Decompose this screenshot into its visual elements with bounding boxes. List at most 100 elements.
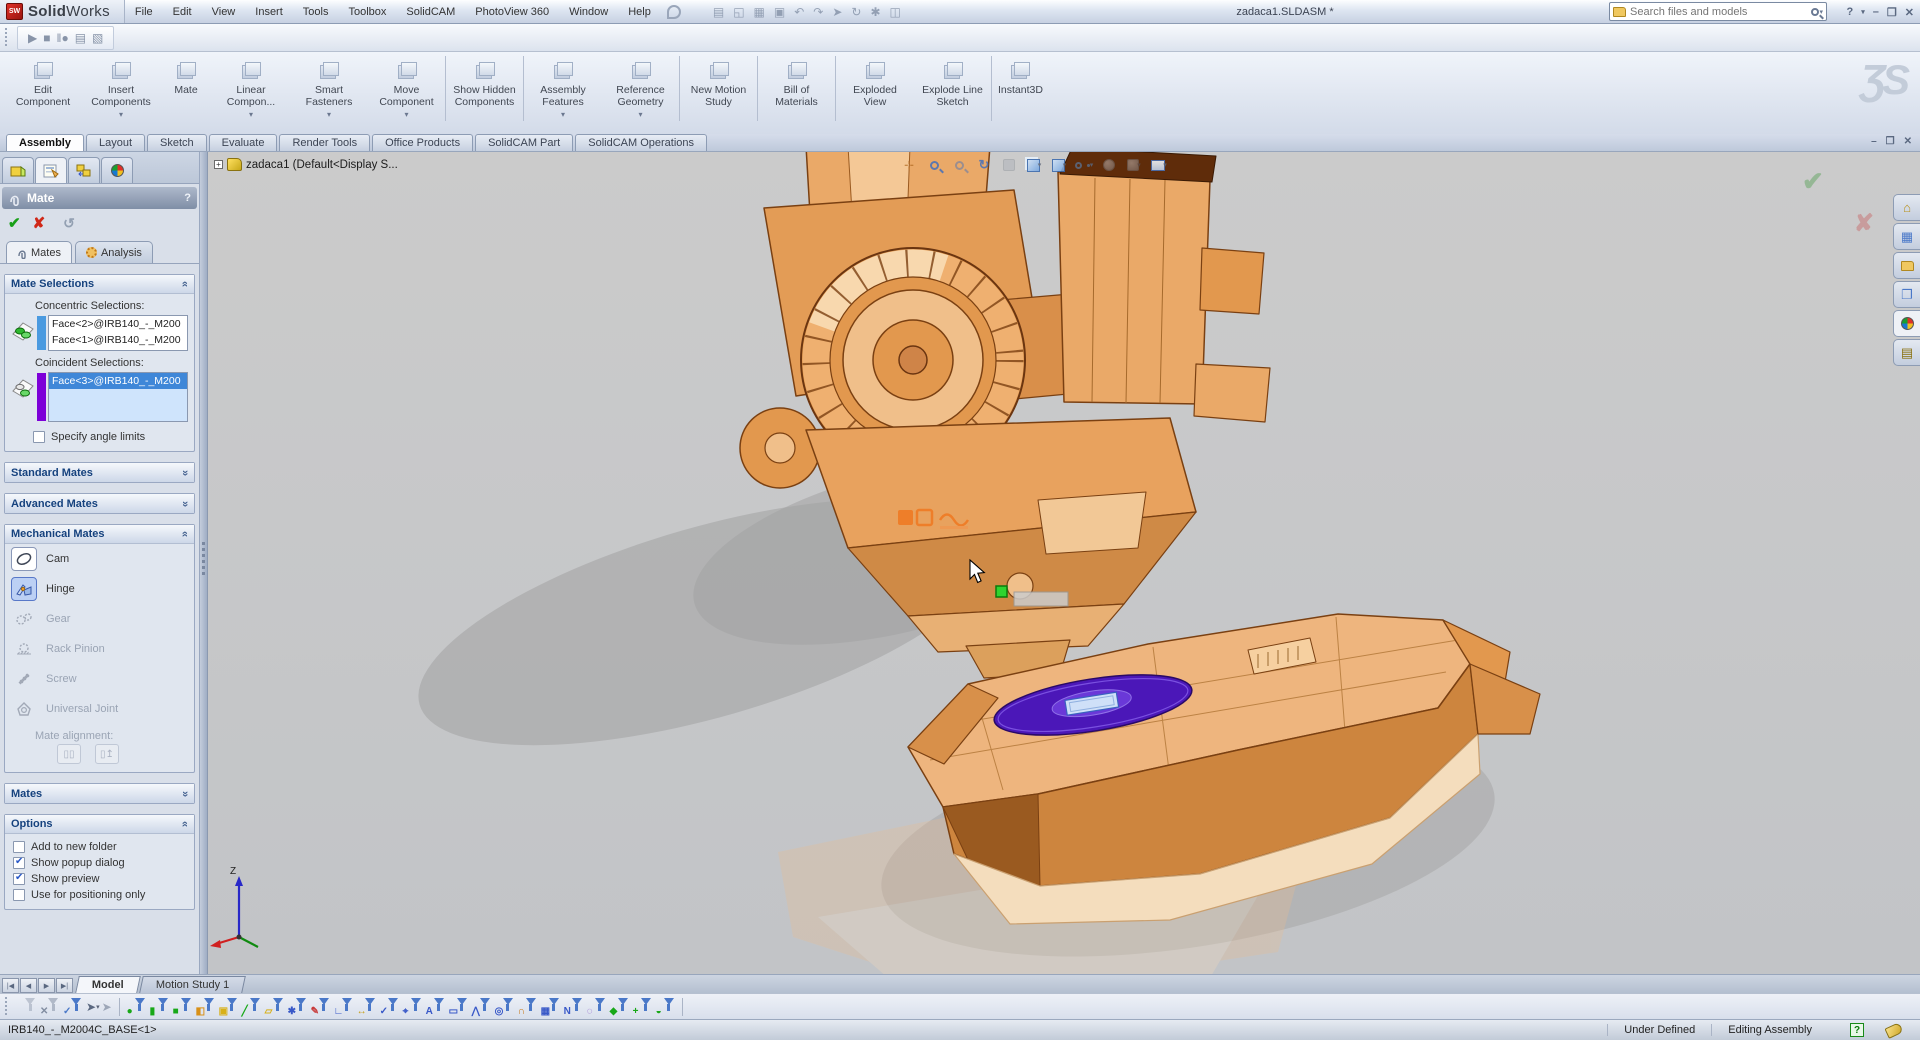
rebuild-icon[interactable]: ↻ xyxy=(851,5,861,19)
play-icon[interactable]: ▶ xyxy=(28,31,37,45)
panel-splitter[interactable] xyxy=(200,152,208,974)
tab-motion-study-1[interactable]: Motion Study 1 xyxy=(139,976,246,993)
filter-annotations-icon[interactable]: N xyxy=(564,997,583,1016)
view-settings-icon[interactable]: ▾ xyxy=(1148,155,1170,175)
select-icon[interactable]: ➤ xyxy=(832,5,842,19)
feature-manager-tab[interactable] xyxy=(2,157,34,183)
design-library-tab[interactable]: ▦ xyxy=(1893,223,1920,250)
rotate-view-icon[interactable]: ↻ xyxy=(973,155,995,175)
ok-button[interactable]: ✔ xyxy=(8,214,21,232)
command-dropdown-icon[interactable]: ▾ xyxy=(638,110,642,119)
feature-tree-root[interactable]: + zadaca1 (Default<Display S... xyxy=(214,158,398,171)
clear-all-filters-icon[interactable]: ✕ xyxy=(40,997,59,1016)
search-box[interactable]: ▾ xyxy=(1609,2,1827,21)
edit-component-button[interactable]: Edit Component xyxy=(4,56,82,121)
panel-help-icon[interactable]: ? xyxy=(184,192,191,204)
help-button[interactable]: ? xyxy=(1847,6,1854,18)
selection-item[interactable]: Face<1>@IRB140_-_M200 xyxy=(49,332,187,348)
toolbar-grip[interactable] xyxy=(5,997,10,1017)
command-dropdown-icon[interactable]: ▾ xyxy=(327,110,331,119)
linear-component-pattern-button[interactable]: Linear Compon... ▾ xyxy=(212,56,290,121)
configuration-manager-tab[interactable] xyxy=(68,157,100,183)
filter-axes-icon[interactable]: ╱ xyxy=(242,997,261,1016)
display-manager-tab[interactable] xyxy=(101,157,133,183)
search-input[interactable] xyxy=(1630,6,1811,18)
close-button[interactable]: ✕ xyxy=(1905,6,1914,19)
new-motion-study-button[interactable]: New Motion Study xyxy=(680,56,758,121)
show-popup-dialog-checkbox[interactable] xyxy=(13,857,25,869)
last-tab-button[interactable]: ▶| xyxy=(56,978,73,993)
graphics-viewport[interactable]: Z + zadaca1 (Default<Display S... ⊹ xyxy=(208,152,1920,974)
zoom-in-out-icon[interactable] xyxy=(948,155,970,175)
filter-planes-icon[interactable]: ▱ xyxy=(265,997,284,1016)
filter-datum-targets-icon[interactable]: ◎ xyxy=(495,997,514,1016)
tree-expand-icon[interactable]: + xyxy=(214,160,223,169)
coincident-selection-list[interactable]: Face<3>@IRB140_-_M200 xyxy=(48,372,188,422)
doc-minimize-button[interactable]: – xyxy=(1871,136,1877,147)
menu-item[interactable]: Edit xyxy=(163,2,202,22)
cancel-button[interactable]: ✘ xyxy=(33,214,46,232)
edit-appearance-icon[interactable] xyxy=(1098,155,1120,175)
redo-icon[interactable]: ↷ xyxy=(813,5,823,19)
mate-selections-header[interactable]: Mate Selections » xyxy=(5,275,194,294)
view-palette-tab[interactable]: ❐ xyxy=(1893,281,1920,308)
stop-icon[interactable]: ■ xyxy=(43,31,50,45)
tab-solidcam-operations[interactable]: SolidCAM Operations xyxy=(575,134,707,151)
insert-components-button[interactable]: Insert Components ▾ xyxy=(82,56,160,121)
filter-sketch-segments-icon[interactable]: ✎ xyxy=(311,997,330,1016)
hide-show-items-icon[interactable]: ▾ xyxy=(1073,155,1095,175)
advanced-mates-header[interactable]: Advanced Mates » xyxy=(5,494,194,513)
help-dropdown-icon[interactable]: ▾ xyxy=(1861,8,1865,16)
menu-item[interactable]: Tools xyxy=(293,2,339,22)
mate-type-hinge[interactable]: Hinge xyxy=(5,574,194,604)
zoom-to-area-icon[interactable] xyxy=(923,155,945,175)
filter-faces-icon[interactable]: ■ xyxy=(173,997,192,1016)
menu-item[interactable]: PhotoView 360 xyxy=(465,2,559,22)
reference-geometry-button[interactable]: Reference Geometry ▾ xyxy=(602,56,680,121)
filter-cosmetic-threads-icon[interactable]: ∩ xyxy=(518,997,537,1016)
tab-evaluate[interactable]: Evaluate xyxy=(209,134,278,151)
new-file-icon[interactable]: ▤ xyxy=(713,5,724,19)
filter-routing-points-icon[interactable]: ◒ xyxy=(656,997,675,1016)
filter-balloons-icon[interactable]: ◌ xyxy=(587,997,606,1016)
move-component-button[interactable]: Move Component ▾ xyxy=(368,56,446,121)
filter-connection-points-icon[interactable]: + xyxy=(633,997,652,1016)
appearances-tab[interactable] xyxy=(1893,310,1920,337)
command-dropdown-icon[interactable]: ▾ xyxy=(404,110,408,119)
mechanical-mates-header[interactable]: Mechanical Mates » xyxy=(5,525,194,544)
aligned-button[interactable]: ▯▯ xyxy=(57,744,81,764)
pause-icon[interactable]: ‖● xyxy=(56,31,68,45)
expand-chevron-icon[interactable]: » xyxy=(179,500,191,506)
toolbar-grip[interactable] xyxy=(5,28,10,48)
search-scope-icon[interactable] xyxy=(1613,7,1626,17)
filter-surface-bodies-icon[interactable]: ◧ xyxy=(196,997,215,1016)
selection-item[interactable]: Face<2>@IRB140_-_M200 xyxy=(49,316,187,332)
expand-chevron-icon[interactable]: » xyxy=(179,790,191,796)
tab-sketch[interactable]: Sketch xyxy=(147,134,207,151)
select-arrow-icon[interactable]: ➤ xyxy=(86,1000,96,1014)
angle-limits-checkbox[interactable] xyxy=(33,431,45,443)
collapse-chevron-icon[interactable]: » xyxy=(179,281,191,287)
search-swirl-icon[interactable] xyxy=(667,5,681,19)
open-file-icon[interactable]: ◱ xyxy=(733,5,744,19)
filter-solid-bodies-icon[interactable]: ▣ xyxy=(219,997,238,1016)
smart-fasteners-button[interactable]: Smart Fasteners ▾ xyxy=(290,56,368,121)
collapse-chevron-icon[interactable]: » xyxy=(179,821,191,827)
tab-office-products[interactable]: Office Products xyxy=(372,134,473,151)
animation-wizard-icon[interactable]: ▧ xyxy=(92,31,103,45)
command-dropdown-icon[interactable]: ▾ xyxy=(561,110,565,119)
next-tab-button[interactable]: ▶ xyxy=(38,978,55,993)
doc-restore-button[interactable]: ❐ xyxy=(1886,136,1895,147)
menu-item[interactable]: Insert xyxy=(245,2,293,22)
model-canvas[interactable]: Z xyxy=(208,152,1920,974)
filter-datums-icon[interactable]: ▭ xyxy=(449,997,468,1016)
mate-button[interactable]: Mate xyxy=(160,56,212,108)
tab-render-tools[interactable]: Render Tools xyxy=(279,134,370,151)
save-icon[interactable]: ▦ xyxy=(754,5,765,19)
property-manager-tab[interactable] xyxy=(35,157,67,183)
print-icon[interactable]: ▣ xyxy=(774,5,785,19)
filter-weld-symbols-icon[interactable]: ⋀ xyxy=(472,997,491,1016)
anti-aligned-button[interactable]: ▯↥ xyxy=(95,744,119,764)
toggle-selection-filters-icon[interactable] xyxy=(17,997,36,1016)
quick-tips-icon[interactable]: ? xyxy=(1850,1023,1864,1037)
